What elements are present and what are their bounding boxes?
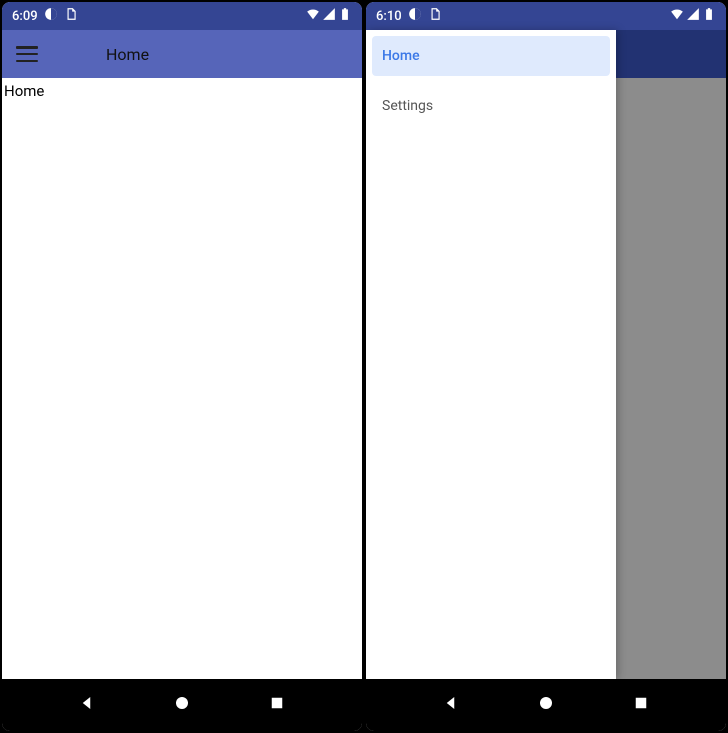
content-text: Home	[2, 78, 362, 104]
status-bar: 6:10	[366, 2, 726, 30]
appbar-title: Home	[106, 45, 149, 64]
status-bar: 6:09	[2, 2, 362, 30]
content-area: Home	[2, 78, 362, 679]
signal-icon	[322, 7, 336, 25]
drawer-item-home[interactable]: Home	[372, 36, 610, 76]
home-icon[interactable]	[537, 694, 555, 716]
wifi-icon	[306, 7, 320, 25]
recent-icon[interactable]	[632, 694, 650, 716]
back-icon[interactable]	[443, 694, 461, 716]
recent-icon[interactable]	[268, 694, 286, 716]
battery-icon	[702, 7, 716, 25]
signal-icon	[686, 7, 700, 25]
flutter-icon	[44, 7, 58, 25]
wifi-icon	[670, 7, 684, 25]
drawer-item-settings[interactable]: Settings	[372, 86, 610, 126]
status-time: 6:09	[12, 9, 38, 24]
drawer-item-label: Home	[382, 48, 420, 64]
status-time: 6:10	[376, 9, 402, 24]
back-icon[interactable]	[79, 694, 97, 716]
app-bar: Home	[2, 30, 362, 78]
phone-left: 6:09 Home Home	[2, 2, 362, 731]
hamburger-icon[interactable]	[16, 46, 38, 62]
debug-icon	[64, 7, 78, 25]
home-icon[interactable]	[173, 694, 191, 716]
flutter-icon	[408, 7, 422, 25]
drawer-item-label: Settings	[382, 98, 433, 114]
battery-icon	[338, 7, 352, 25]
phone-right: 6:10 Home Settings	[366, 2, 726, 731]
navigation-bar	[2, 679, 362, 731]
navigation-bar	[366, 679, 726, 731]
navigation-drawer: Home Settings	[366, 30, 616, 679]
debug-icon	[428, 7, 442, 25]
